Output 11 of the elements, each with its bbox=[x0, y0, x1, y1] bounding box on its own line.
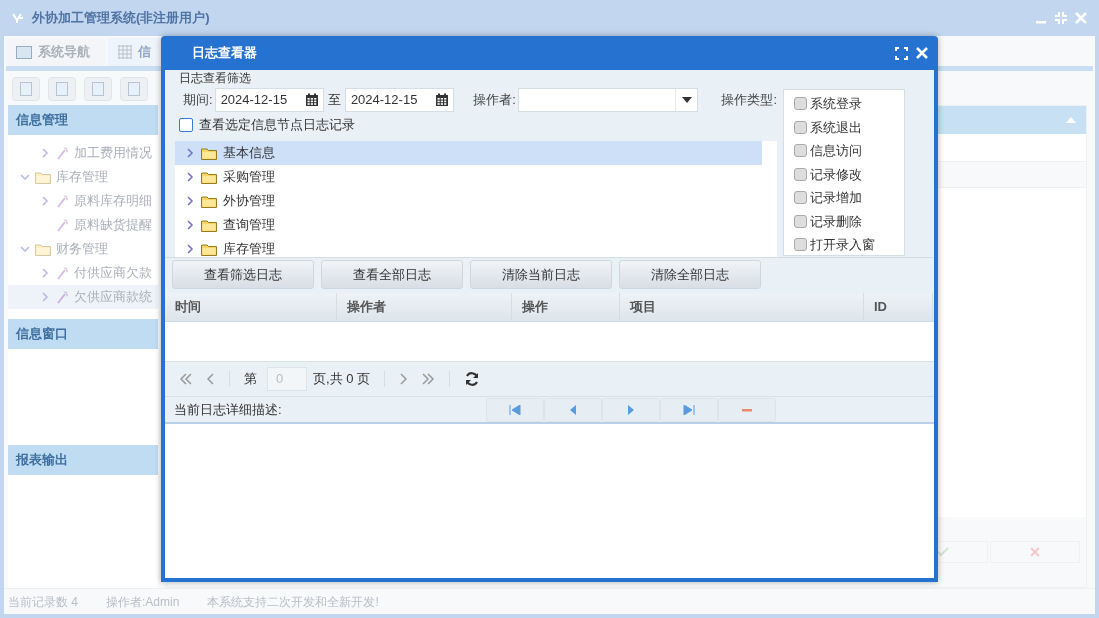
field-label: 期间: bbox=[183, 91, 213, 110]
detail-label: 当前日志详细描述: bbox=[173, 400, 283, 419]
pager-label: 第 bbox=[244, 370, 257, 389]
pager-label: 页,共 0 页 bbox=[313, 370, 371, 389]
field-label: 操作者: bbox=[473, 91, 516, 110]
dialog-title: 日志查看器 bbox=[192, 44, 257, 63]
window-title: 外协加工管理系统(非注册用户) bbox=[32, 9, 210, 28]
filter-legend: 日志查看筛选 bbox=[175, 70, 777, 87]
field-label: 至 bbox=[327, 91, 341, 110]
field-label: 操作类型: bbox=[721, 91, 777, 110]
status-text: 操作者:Admin bbox=[106, 593, 180, 611]
